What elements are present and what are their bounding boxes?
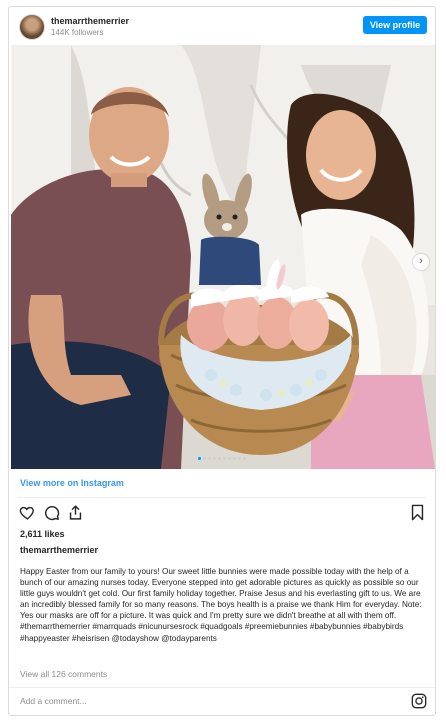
username[interactable]: themarrthemerrier [51,16,129,26]
bookmark-icon[interactable] [410,504,425,521]
post-photo[interactable]: › [11,45,435,469]
divider [9,687,435,688]
heart-icon[interactable] [19,504,36,521]
view-all-comments-link[interactable]: View all 126 comments [20,669,107,679]
carousel-dot [213,457,216,460]
caption-username[interactable]: themarrthemerrier [20,545,98,555]
carousel-dot [228,457,231,460]
carousel-dot [233,457,236,460]
carousel-dot [238,457,241,460]
like-count[interactable]: 2,611 likes [20,529,65,539]
view-more-link[interactable]: View more on Instagram [20,478,124,488]
comment-icon[interactable] [43,504,60,521]
share-icon[interactable] [67,504,84,521]
carousel-dot [208,457,211,460]
post-caption: Happy Easter from our family to yours! O… [20,567,422,643]
family-photo-illustration [11,45,435,469]
carousel-indicator [9,454,435,460]
post-header: themarrthemerrier 144K followers View pr… [9,7,435,47]
carousel-dot [218,457,221,460]
carousel-dot [198,457,201,460]
instagram-icon[interactable] [411,693,427,709]
carousel-dot [203,457,206,460]
instagram-embed-card: themarrthemerrier 144K followers View pr… [8,6,436,716]
view-profile-button[interactable]: View profile [363,16,427,34]
follower-count: 144K followers [51,28,104,37]
chevron-right-icon[interactable]: › [413,254,429,270]
avatar[interactable] [19,14,45,40]
carousel-dot [243,457,246,460]
divider [17,497,427,498]
add-comment-input[interactable]: Add a comment... [20,696,320,706]
action-bar [17,504,427,524]
carousel-dot [223,457,226,460]
